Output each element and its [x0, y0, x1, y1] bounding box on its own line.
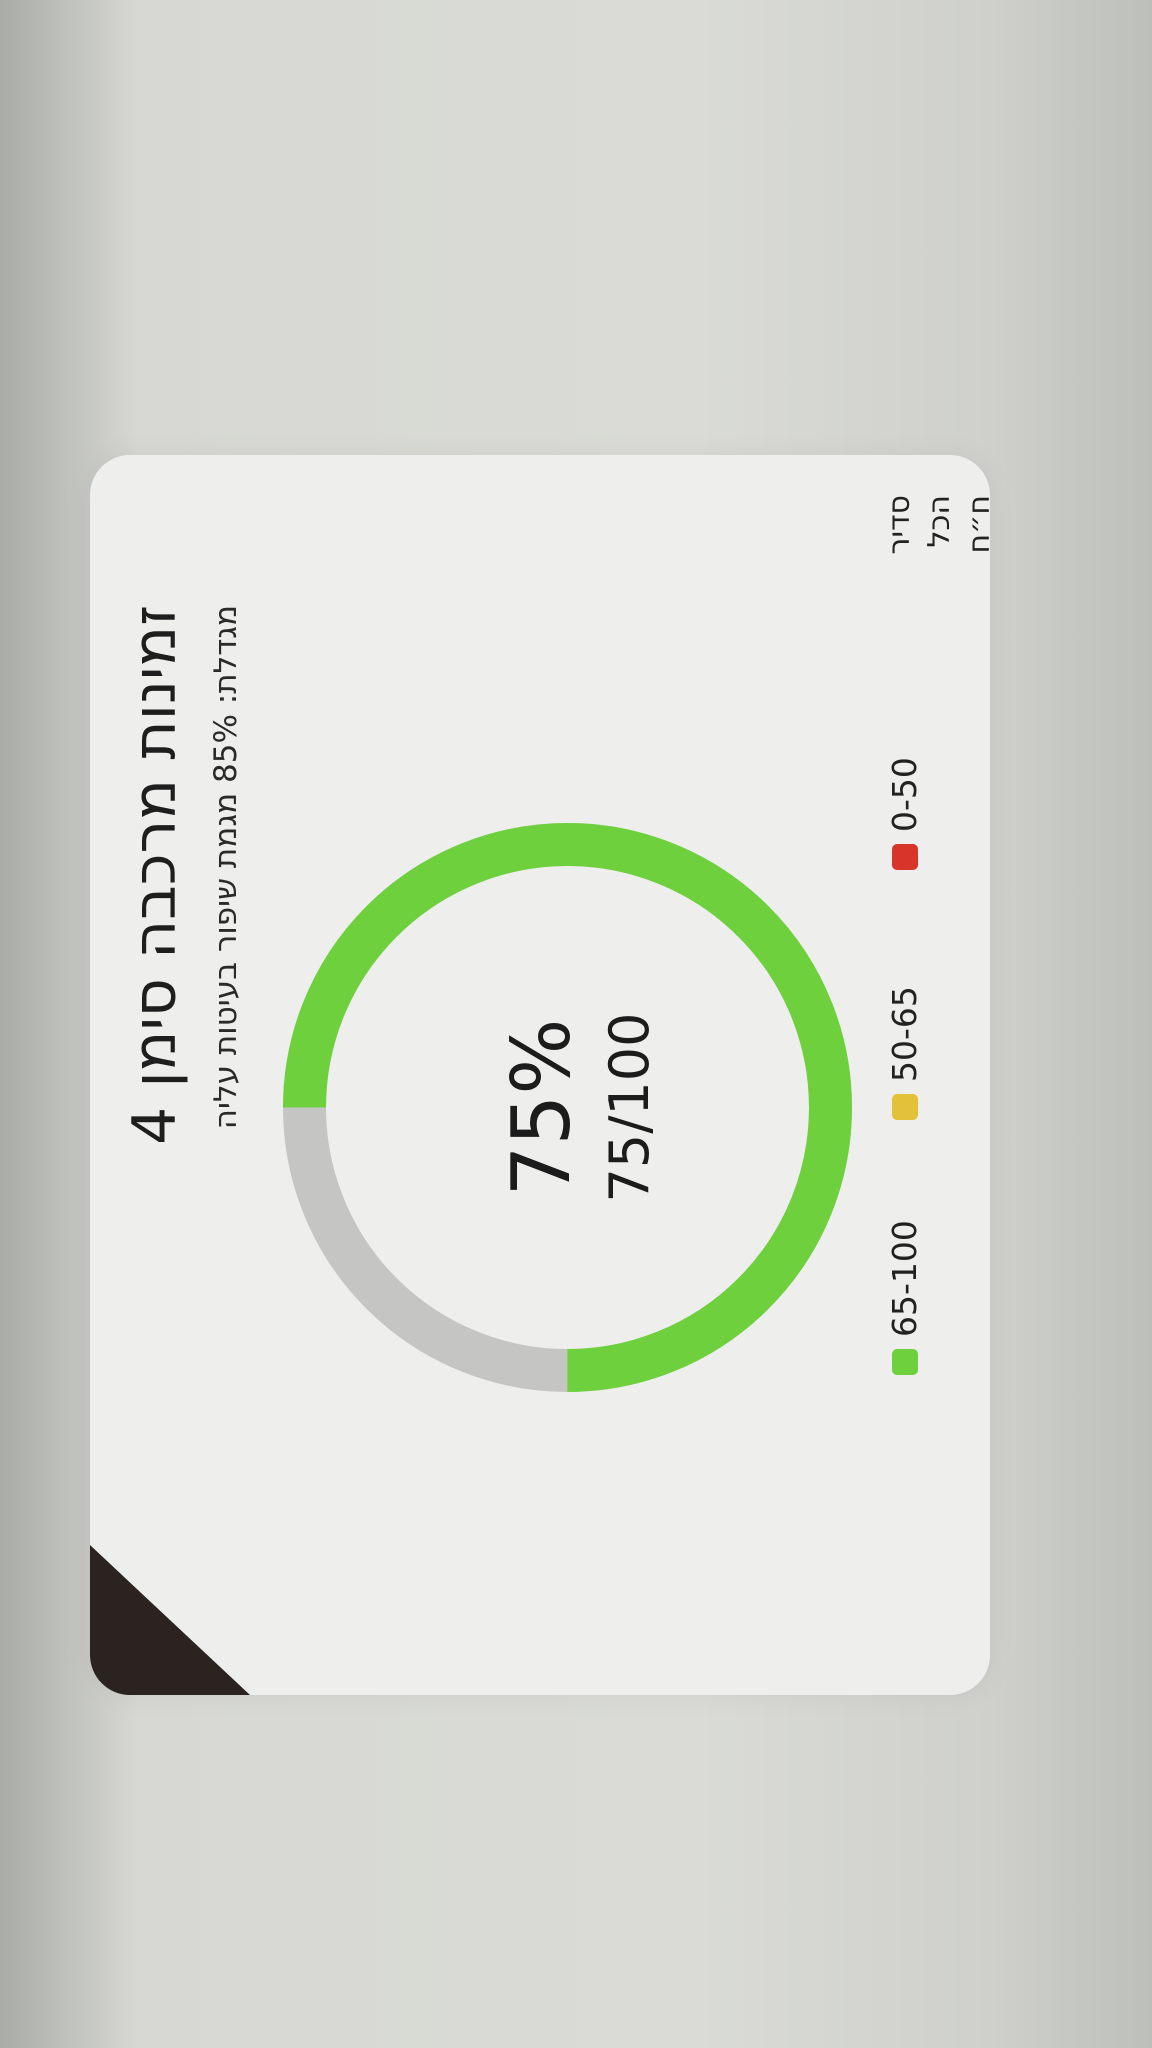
- legend: 65-100 50-65 0-50: [885, 675, 945, 1375]
- legend-swatch-green: [891, 1349, 918, 1375]
- legend-item-low: 0-50: [885, 757, 924, 870]
- screen-background: זמינות מרכבה סימן 4 מגדלת: 85% מגמת שיפו…: [0, 0, 1152, 2048]
- side-label-line-1: סדיר: [882, 495, 917, 555]
- card-subtitle: מגדלת: 85% מגמת שיפור בעיטות עליה: [208, 605, 244, 1130]
- legend-label-low: 0-50: [885, 757, 924, 832]
- side-label-line-2: הכל: [922, 495, 957, 548]
- legend-label-high: 65-100: [885, 1220, 924, 1337]
- gauge-percent-label: 75%: [495, 1018, 588, 1197]
- corner-fold-icon: [90, 1545, 250, 1695]
- legend-swatch-red: [891, 844, 918, 870]
- card-title: זמינות מרכבה סימן 4: [120, 605, 190, 1145]
- legend-item-mid: 50-65: [885, 986, 924, 1120]
- legend-swatch-yellow: [891, 1094, 918, 1120]
- side-label-line-3: ח״ח: [962, 495, 990, 554]
- status-side-label: סדיר הכל ח״ח: [880, 495, 990, 555]
- rotated-view: זמינות מרכבה סימן 4 מגדלת: 85% מגמת שיפו…: [90, 455, 990, 1695]
- legend-label-mid: 50-65: [885, 986, 924, 1082]
- gauge-fraction-label: 75/100: [598, 1012, 661, 1203]
- availability-card[interactable]: זמינות מרכבה סימן 4 מגדלת: 85% מגמת שיפו…: [90, 455, 990, 1695]
- legend-item-high: 65-100: [885, 1220, 924, 1375]
